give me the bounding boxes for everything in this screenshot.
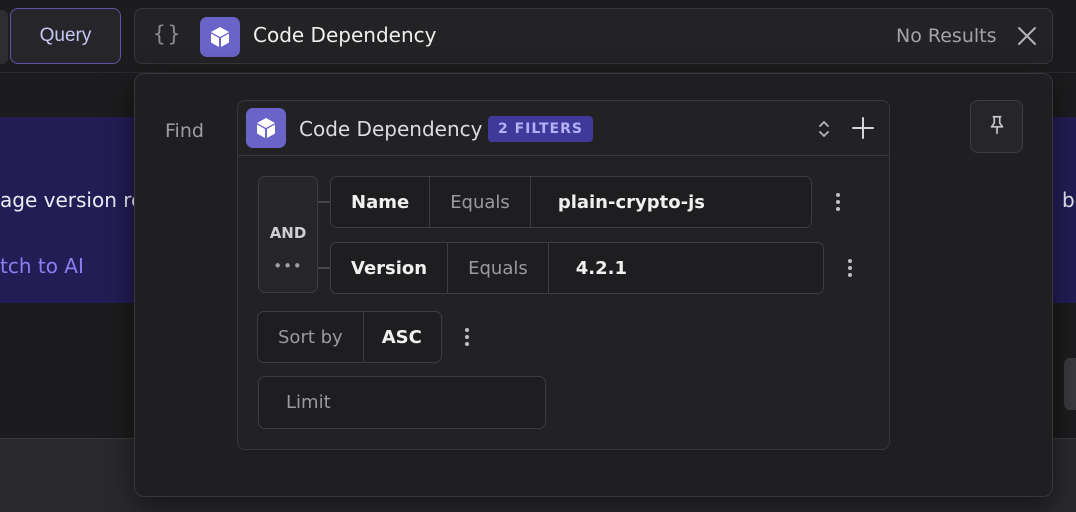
kebab-menu-icon[interactable]: [828, 190, 848, 214]
sort-direction-toggle[interactable]: ASC: [364, 312, 440, 362]
pin-button[interactable]: [970, 100, 1023, 153]
query-builder-panel: Find Code Dependency 2 FILTERS AND ••• N…: [134, 73, 1053, 497]
condition-value[interactable]: plain-crypto-js: [531, 177, 811, 227]
cube-icon: [246, 108, 286, 148]
results-status: No Results: [896, 25, 997, 47]
condition-operator[interactable]: Equals: [448, 243, 549, 293]
kebab-menu-icon[interactable]: [840, 256, 860, 280]
pin-icon: [986, 114, 1008, 139]
entity-selector[interactable]: Code Dependency 2 FILTERS: [238, 101, 889, 156]
sort-by-label[interactable]: Sort by: [258, 312, 364, 362]
group-connector-bottom: [318, 267, 330, 269]
chevron-up-down-icon[interactable]: [813, 116, 835, 142]
logic-operator-label: AND: [269, 224, 307, 242]
limit-input[interactable]: [258, 376, 546, 429]
logic-group-and[interactable]: AND •••: [258, 176, 318, 293]
search-entity-title: Code Dependency: [253, 23, 437, 47]
entity-title: Code Dependency: [299, 117, 483, 141]
filters-count-badge: 2 FILTERS: [488, 116, 593, 142]
banner-text: age version res: [0, 188, 154, 212]
filter-condition[interactable]: Version Equals 4.2.1: [330, 242, 824, 294]
condition-value[interactable]: 4.2.1: [549, 243, 823, 293]
sort-control[interactable]: Sort by ASC: [257, 311, 442, 363]
kebab-menu-icon[interactable]: [457, 325, 477, 349]
code-braces-icon[interactable]: {}: [153, 22, 182, 46]
query-button[interactable]: Query: [10, 8, 121, 64]
switch-to-ai-link[interactable]: tch to AI: [0, 254, 84, 278]
right-drawer-handle[interactable]: [1064, 358, 1076, 410]
close-icon[interactable]: [1015, 24, 1039, 48]
filter-condition[interactable]: Name Equals plain-crypto-js: [330, 176, 812, 228]
query-builder: Code Dependency 2 FILTERS AND ••• Name E…: [237, 100, 890, 450]
condition-field[interactable]: Version: [331, 243, 449, 293]
group-more-icon[interactable]: •••: [259, 257, 317, 275]
left-tab-edge[interactable]: [0, 10, 8, 64]
find-label: Find: [165, 120, 204, 142]
query-search-bar[interactable]: {} Code Dependency No Results: [134, 8, 1053, 64]
banner-text-right: be: [1062, 188, 1076, 212]
plus-icon[interactable]: [850, 115, 876, 141]
cube-icon: [200, 17, 240, 57]
condition-operator[interactable]: Equals: [430, 177, 531, 227]
condition-field[interactable]: Name: [331, 177, 431, 227]
group-connector-top: [318, 201, 330, 203]
